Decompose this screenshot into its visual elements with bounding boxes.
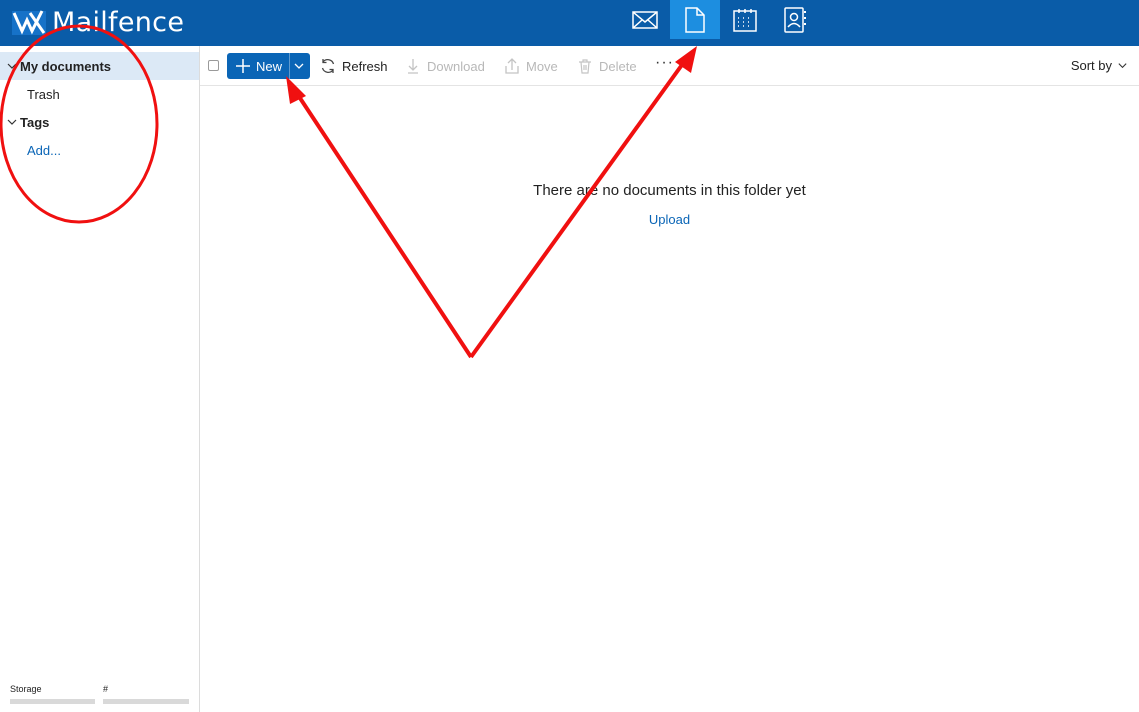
- refresh-label: Refresh: [342, 58, 388, 74]
- document-icon: [685, 6, 705, 33]
- move-button[interactable]: Move: [504, 56, 558, 76]
- toolbar: New Refresh Download Move Delete ··· Sor…: [200, 46, 1139, 86]
- sidebar-item-trash[interactable]: Trash: [0, 80, 199, 108]
- upload-label[interactable]: Upload: [649, 212, 690, 227]
- storage-bar: [10, 699, 95, 704]
- chevron-down-icon[interactable]: [6, 60, 18, 72]
- add-tag-link[interactable]: Add...: [0, 136, 199, 164]
- add-tag-label: Add...: [27, 142, 61, 158]
- chevron-down-icon[interactable]: [293, 60, 305, 72]
- download-label: Download: [427, 58, 485, 74]
- delete-label: Delete: [599, 58, 637, 74]
- trash-icon: [579, 59, 591, 74]
- sort-by-label: Sort by: [1070, 58, 1112, 73]
- sidebar-item-tags[interactable]: Tags: [0, 108, 199, 136]
- empty-folder-message: There are no documents in this folder ye…: [533, 182, 806, 199]
- new-button-label: New: [256, 58, 283, 74]
- download-icon: [408, 59, 418, 74]
- storage-label: Storage: [10, 684, 42, 694]
- chevron-down-icon: [1118, 63, 1127, 69]
- new-button-divider: [289, 53, 290, 79]
- brand-name: Mailfence: [52, 6, 185, 38]
- top-bar: Mailfence: [0, 0, 1139, 46]
- calendar-icon: [733, 9, 757, 32]
- upload-link[interactable]: Upload: [200, 212, 1139, 227]
- sidebar-item-label: My documents: [20, 58, 112, 74]
- mail-icon: [632, 11, 658, 29]
- more-options-button[interactable]: ···: [655, 54, 674, 72]
- sidebar: My documents Trash Tags Add... Storage #: [0, 46, 200, 712]
- app-switcher: [620, 0, 820, 46]
- refresh-icon: [321, 59, 335, 73]
- sort-by-dropdown[interactable]: Sort by: [1071, 58, 1128, 73]
- sidebar-item-label: Trash: [27, 86, 60, 102]
- app-contacts[interactable]: [770, 0, 820, 40]
- delete-button[interactable]: Delete: [577, 56, 637, 76]
- sidebar-item-label: Tags: [20, 114, 50, 130]
- document-count-label: #: [103, 684, 109, 694]
- mailfence-logo-icon: [12, 10, 46, 35]
- chevron-down-icon[interactable]: [6, 116, 18, 128]
- download-button[interactable]: Download: [405, 56, 485, 76]
- move-label: Move: [526, 58, 558, 74]
- app-documents[interactable]: [670, 0, 720, 39]
- sidebar-item-my-documents[interactable]: My documents: [0, 52, 199, 80]
- annotation-arrow-right: [469, 60, 686, 359]
- select-all-checkbox[interactable]: [208, 60, 219, 71]
- app-calendar[interactable]: [720, 0, 770, 40]
- contacts-icon: [784, 7, 806, 33]
- mailfence-logo[interactable]: Mailfence: [12, 6, 184, 38]
- app-mail[interactable]: [620, 0, 670, 40]
- refresh-button[interactable]: Refresh: [320, 56, 388, 76]
- new-button[interactable]: New: [227, 53, 310, 79]
- move-icon: [505, 58, 519, 74]
- document-count-bar: [103, 699, 189, 704]
- plus-icon: [236, 59, 250, 73]
